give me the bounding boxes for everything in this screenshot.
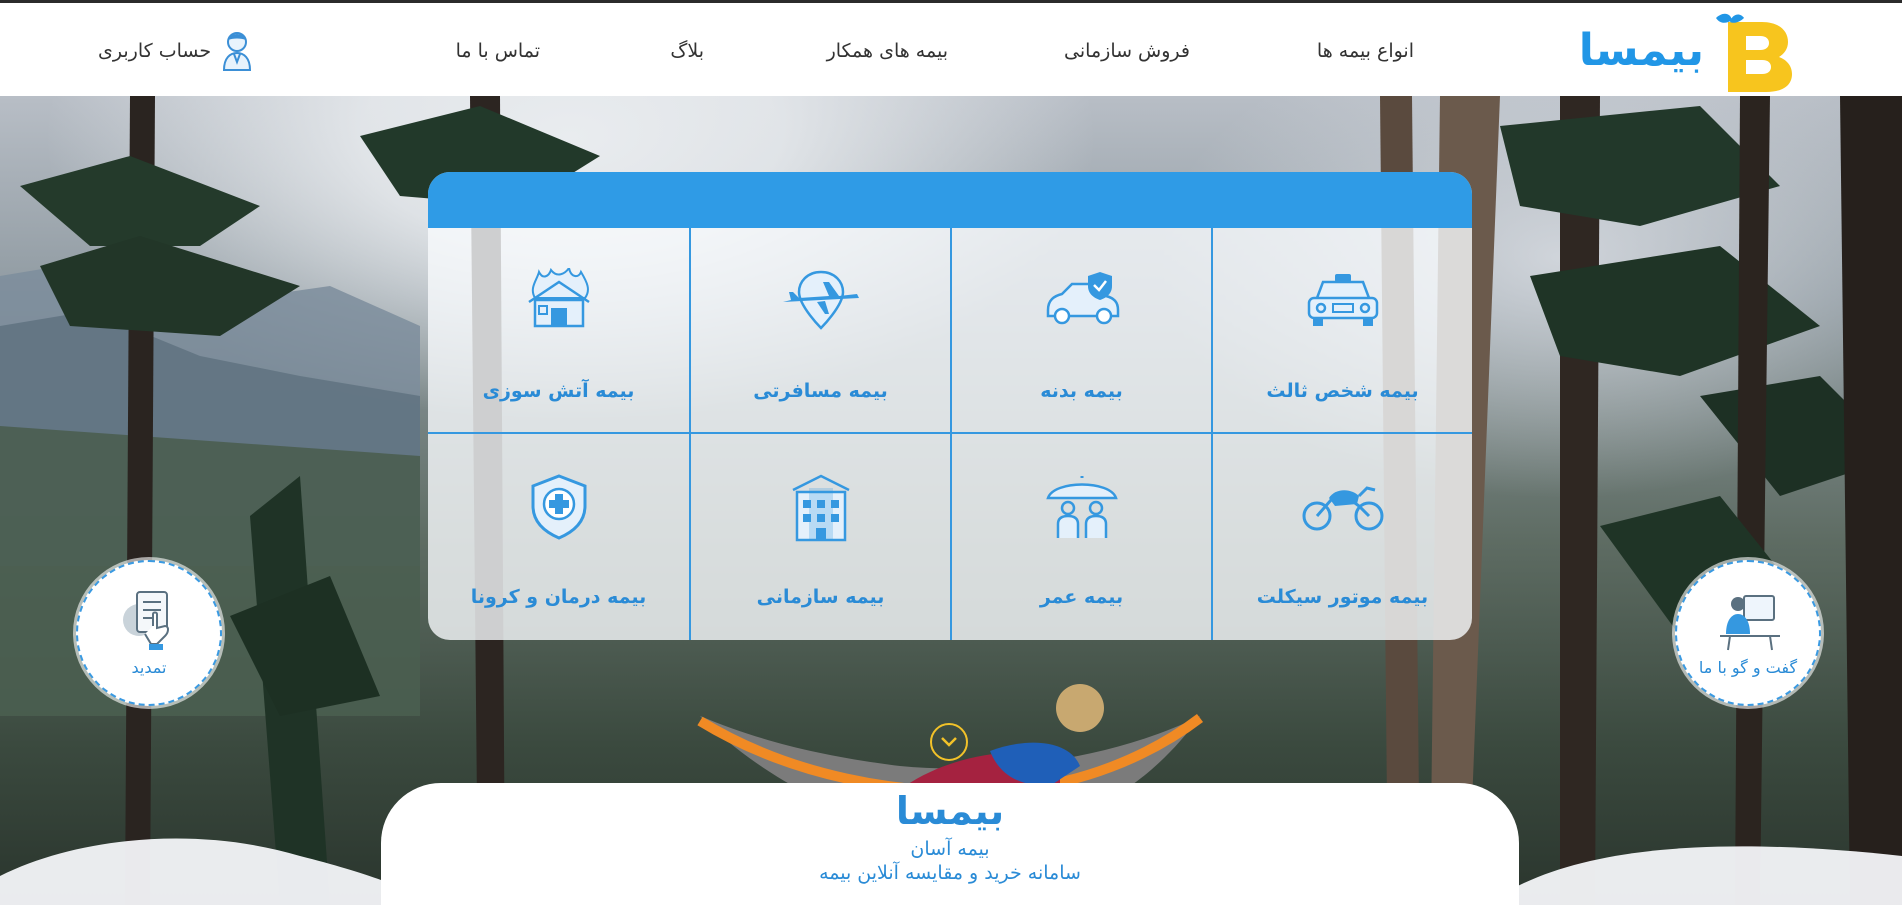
chat-with-us-button[interactable]: گفت و گو با ما	[1675, 560, 1821, 706]
insurance-label: بیمه آتش سوزی	[482, 380, 635, 402]
account-link[interactable]: حساب کاربری	[98, 27, 253, 75]
scroll-down-button[interactable]	[930, 723, 968, 761]
renew-button[interactable]: تمدید	[76, 560, 222, 706]
building-icon	[791, 474, 850, 542]
insurance-label: بیمه مسافرتی	[753, 380, 888, 402]
nav-corporate-sales[interactable]: فروش سازمانی	[1064, 3, 1190, 99]
document-tap-icon	[123, 591, 169, 650]
bottom-right-wave	[1500, 846, 1902, 905]
about-title: بیمسا	[895, 789, 1005, 833]
insurance-grid: بیمه شخص ثالث بیمه بدنه بیمه مسافرتی بیم…	[428, 228, 1472, 640]
about-description: سامانه خرید و مقایسه آنلاین بیمه	[819, 862, 1081, 885]
insurance-corporate[interactable]: بیمه سازمانی	[689, 434, 950, 640]
insurance-motorcycle[interactable]: بیمه موتور سیکلت	[1211, 434, 1472, 640]
motorcycle-icon	[1302, 486, 1383, 531]
nav-partner-insurance-label[interactable]: بیمه های همکار	[827, 40, 948, 62]
logo-b-mark-icon	[1710, 10, 1802, 92]
insurance-health-corona[interactable]: بیمه درمان و کرونا	[428, 434, 689, 640]
insurance-life[interactable]: بیمه عمر	[950, 434, 1211, 640]
insurance-label: بیمه موتور سیکلت	[1256, 586, 1429, 608]
about-subtitle: بیمه آسان	[910, 837, 990, 860]
panel-header-bar	[428, 172, 1472, 228]
chevron-down-icon	[941, 737, 957, 747]
nav-corporate-sales-label[interactable]: فروش سازمانی	[1064, 40, 1190, 62]
car-third-party-icon	[1307, 274, 1378, 326]
nav-blog[interactable]: بلاگ	[670, 3, 704, 99]
car-shield-icon	[1046, 272, 1119, 325]
insurance-fire[interactable]: بیمه آتش سوزی	[428, 228, 689, 434]
family-umbrella-icon	[1045, 476, 1118, 538]
nav-contact[interactable]: تماس با ما	[456, 3, 540, 99]
nav-contact-label[interactable]: تماس با ما	[456, 40, 540, 62]
account-label[interactable]: حساب کاربری	[98, 40, 211, 62]
insurance-travel[interactable]: بیمه مسافرتی	[689, 228, 950, 434]
insurance-label: بیمه سازمانی	[756, 586, 885, 608]
insurance-label: بیمه بدنه	[1040, 380, 1123, 402]
airplane-pin-icon	[782, 270, 859, 330]
house-fire-icon	[527, 268, 590, 328]
chat-label: گفت و گو با ما	[1698, 658, 1798, 677]
user-avatar-icon	[223, 32, 252, 71]
insurance-label: بیمه شخص ثالث	[1266, 380, 1419, 402]
health-shield-icon	[531, 474, 586, 540]
renew-label: تمدید	[131, 658, 167, 677]
insurance-label: بیمه درمان و کرونا	[470, 586, 647, 608]
support-agent-icon	[1720, 595, 1780, 651]
insurance-label: بیمه عمر	[1039, 586, 1124, 608]
brand-logo[interactable]: بیمسا	[1579, 10, 1802, 92]
bottom-left-wave	[0, 838, 420, 905]
nav-blog-label[interactable]: بلاگ	[670, 40, 704, 62]
nav-partner-insurance[interactable]: بیمه های همکار	[827, 3, 948, 99]
site-header: بیمسا انواع بیمه ها فروش سازمانی بیمه ها…	[0, 0, 1902, 96]
nav-insurance-types-label[interactable]: انواع بیمه ها	[1317, 40, 1414, 62]
about-card: بیمسا بیمه آسان سامانه خرید و مقایسه آنل…	[381, 783, 1519, 905]
insurance-car-body[interactable]: بیمه بدنه	[950, 228, 1211, 434]
insurance-third-party[interactable]: بیمه شخص ثالث	[1211, 228, 1472, 434]
insurance-types-panel: بیمه شخص ثالث بیمه بدنه بیمه مسافرتی بیم…	[428, 172, 1472, 640]
nav-insurance-types[interactable]: انواع بیمه ها	[1317, 3, 1414, 99]
brand-name: بیمسا	[1578, 25, 1704, 76]
